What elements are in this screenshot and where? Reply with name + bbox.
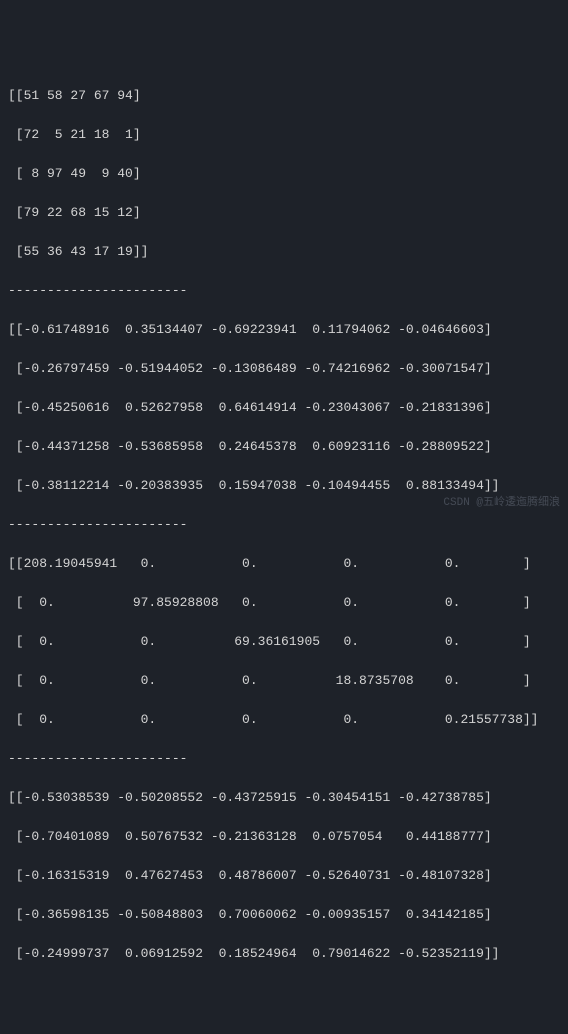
matrix2-row: [-0.38112214 -0.20383935 0.15947038 -0.1… bbox=[8, 476, 560, 496]
matrix3-row: [ 0. 0. 0. 18.8735708 0. ] bbox=[8, 671, 560, 691]
matrix4-row: [-0.16315319 0.47627453 0.48786007 -0.52… bbox=[8, 866, 560, 886]
matrix3-row: [ 0. 0. 69.36161905 0. 0. ] bbox=[8, 632, 560, 652]
separator: ----------------------- bbox=[8, 281, 560, 301]
separator: ----------------------- bbox=[8, 749, 560, 769]
matrix4-row: [-0.70401089 0.50767532 -0.21363128 0.07… bbox=[8, 827, 560, 847]
matrix3-row: [[208.19045941 0. 0. 0. 0. ] bbox=[8, 554, 560, 574]
matrix2-row: [[-0.61748916 0.35134407 -0.69223941 0.1… bbox=[8, 320, 560, 340]
matrix4-row: [[-0.53038539 -0.50208552 -0.43725915 -0… bbox=[8, 788, 560, 808]
matrix2-row: [-0.45250616 0.52627958 0.64614914 -0.23… bbox=[8, 398, 560, 418]
matrix1-row: [[51 58 27 67 94] bbox=[8, 86, 560, 106]
matrix1-row: [ 8 97 49 9 40] bbox=[8, 164, 560, 184]
matrix1-row: [72 5 21 18 1] bbox=[8, 125, 560, 145]
matrix3-row: [ 0. 97.85928808 0. 0. 0. ] bbox=[8, 593, 560, 613]
matrix2-row: [-0.44371258 -0.53685958 0.24645378 0.60… bbox=[8, 437, 560, 457]
separator: ----------------------- bbox=[8, 515, 560, 535]
watermark-text: CSDN @五岭逶迤腾细浪 bbox=[443, 495, 560, 512]
matrix2-row: [-0.26797459 -0.51944052 -0.13086489 -0.… bbox=[8, 359, 560, 379]
matrix1-row: [55 36 43 17 19]] bbox=[8, 242, 560, 262]
matrix1-row: [79 22 68 15 12] bbox=[8, 203, 560, 223]
matrix4-row: [-0.24999737 0.06912592 0.18524964 0.790… bbox=[8, 944, 560, 964]
matrix4-row: [-0.36598135 -0.50848803 0.70060062 -0.0… bbox=[8, 905, 560, 925]
matrix3-row: [ 0. 0. 0. 0. 0.21557738]] bbox=[8, 710, 560, 730]
